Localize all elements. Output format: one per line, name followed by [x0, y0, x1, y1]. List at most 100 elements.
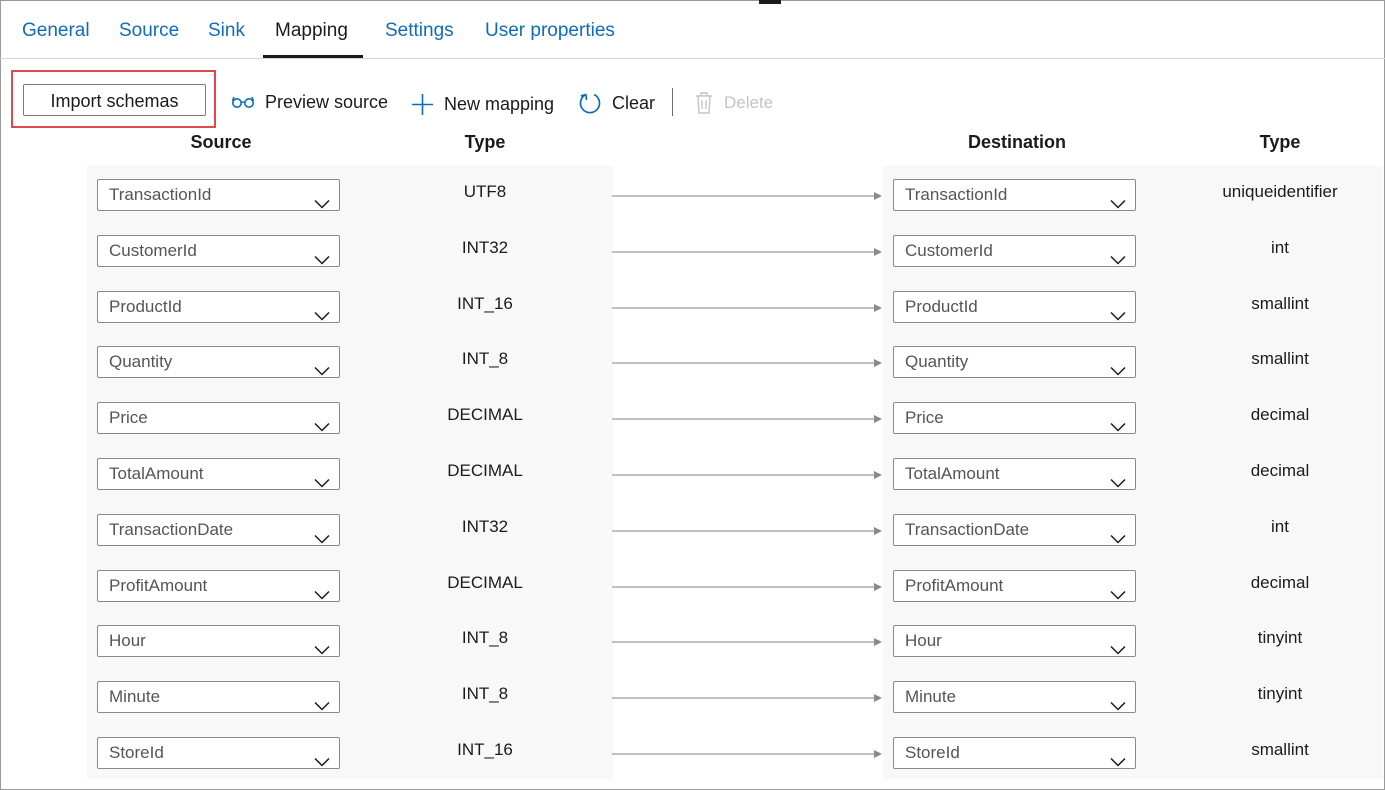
destination-column-dropdown[interactable]: TotalAmount [893, 458, 1136, 490]
mapping-row: TotalAmount DECIMAL TotalAmount decimal [0, 447, 1385, 503]
source-column-dropdown[interactable]: CustomerId [97, 234, 340, 267]
clear-button[interactable]: Clear [578, 89, 655, 117]
destination-column-dropdown[interactable]: CustomerId [893, 234, 1136, 267]
mapping-row: Minute INT_8 Minute tinyint [0, 670, 1385, 726]
source-column-value: CustomerId [109, 240, 197, 260]
source-type: DECIMAL [447, 572, 523, 592]
mapping-arrow-icon [612, 523, 884, 541]
mapping-row: TransactionId UTF8 TransactionId uniqueiden… [0, 168, 1385, 224]
source-type: INT_8 [461, 628, 509, 648]
new-mapping-label: New mapping [444, 93, 555, 114]
destination-column-value: ProductId [905, 296, 978, 316]
toolbar-divider [672, 88, 673, 116]
source-column-dropdown[interactable]: Price [97, 402, 340, 435]
chevron-down-icon [314, 468, 330, 498]
destination-column-dropdown[interactable]: Minute [893, 681, 1136, 714]
source-column-dropdown[interactable]: Hour [97, 625, 340, 658]
source-column-value: Quantity [109, 352, 173, 372]
delete-button[interactable]: Delete [694, 89, 773, 117]
mapping-arrow-icon [612, 690, 884, 708]
mapping-row: CustomerId INT32 CustomerId int [0, 224, 1385, 280]
source-column-dropdown[interactable]: TransactionId [97, 179, 340, 211]
mapping-row: Quantity INT_8 Quantity smallint [0, 335, 1385, 391]
new-mapping-button[interactable]: New mapping [411, 90, 554, 118]
chevron-down-icon [1110, 747, 1126, 777]
chevron-down-icon [314, 747, 330, 777]
destination-column-value: Price [905, 408, 944, 428]
source-column-dropdown[interactable]: StoreId [97, 737, 340, 769]
preview-source-button[interactable]: Preview source [231, 88, 388, 116]
source-column-value: ProductId [109, 296, 182, 316]
source-column-dropdown[interactable]: TotalAmount [97, 458, 340, 490]
mapping-arrow-icon [612, 579, 884, 597]
mapping-row: StoreId INT_16 StoreId smallint [0, 726, 1385, 782]
tab-settings[interactable]: Settings [385, 20, 454, 42]
chevron-down-icon [314, 189, 330, 219]
destination-type: uniqueidentifier [1222, 182, 1338, 201]
chevron-down-icon [314, 301, 330, 331]
mapping-arrow-icon [612, 467, 884, 485]
source-type: INT32 [461, 237, 509, 257]
tab-source[interactable]: Source [119, 20, 179, 42]
destination-column-dropdown[interactable]: ProfitAmount [893, 569, 1136, 602]
source-column-dropdown[interactable]: Quantity [97, 346, 340, 379]
source-type: INT_8 [461, 684, 509, 704]
chevron-down-icon [1110, 412, 1126, 442]
chevron-down-icon [1110, 245, 1126, 275]
destination-type: smallint [1251, 349, 1309, 369]
mapping-arrow-icon [612, 746, 884, 764]
mapping-row: Price DECIMAL Price decimal [0, 391, 1385, 447]
source-type: INT32 [461, 516, 509, 536]
tab-sink[interactable]: Sink [208, 20, 245, 42]
source-column-dropdown[interactable]: ProfitAmount [97, 569, 340, 602]
chevron-down-icon [1110, 524, 1126, 554]
source-column-dropdown[interactable]: TransactionDate [97, 513, 340, 546]
glasses-icon [231, 95, 255, 109]
destination-column-dropdown[interactable]: Price [893, 402, 1136, 435]
source-type: UTF8 [463, 182, 507, 201]
source-column-value: StoreId [109, 743, 164, 762]
chevron-down-icon [314, 412, 330, 442]
destination-column-value: Minute [905, 687, 957, 707]
destination-type-column-header: Type [1259, 132, 1301, 152]
source-column-dropdown[interactable]: ProductId [97, 290, 340, 323]
source-type: INT_16 [457, 293, 513, 313]
destination-type: tinyint [1257, 628, 1303, 648]
source-type: INT_8 [461, 349, 509, 369]
tab-mapping[interactable]: Mapping [275, 20, 348, 42]
mapping-row: ProfitAmount DECIMAL ProfitAmount decimal [0, 559, 1385, 615]
destination-column-value: TransactionId [905, 185, 1008, 204]
mapping-arrow-icon [612, 244, 884, 262]
destination-column-dropdown[interactable]: Quantity [893, 346, 1136, 379]
chevron-down-icon [1110, 356, 1126, 386]
tab-general[interactable]: General [22, 20, 90, 42]
source-type: DECIMAL [447, 405, 523, 425]
destination-column-dropdown[interactable]: TransactionId [893, 179, 1136, 211]
chevron-down-icon [314, 356, 330, 386]
destination-type: smallint [1251, 740, 1309, 759]
mapping-row: Hour INT_8 Hour tinyint [0, 614, 1385, 670]
source-column-value: ProfitAmount [109, 575, 208, 595]
destination-column-dropdown[interactable]: Hour [893, 625, 1136, 658]
destination-type: int [1271, 237, 1289, 257]
preview-source-label: Preview source [265, 91, 389, 112]
chevron-down-icon [314, 691, 330, 721]
destination-type: decimal [1250, 405, 1310, 425]
chevron-down-icon [314, 245, 330, 275]
destination-column-value: Quantity [905, 352, 969, 372]
destination-column-value: TransactionDate [905, 519, 1030, 539]
import-schemas-button[interactable]: Import schemas [23, 84, 206, 116]
destination-column-dropdown[interactable]: TransactionDate [893, 513, 1136, 546]
source-column-value: TransactionDate [109, 519, 234, 539]
mapping-arrow-icon [612, 188, 884, 206]
plus-icon [411, 93, 434, 116]
destination-column-value: StoreId [905, 743, 960, 762]
refresh-icon [578, 91, 602, 115]
source-column-value: Hour [109, 631, 146, 651]
source-column-dropdown[interactable]: Minute [97, 681, 340, 714]
tab-user-properties[interactable]: User properties [485, 20, 615, 42]
destination-column-dropdown[interactable]: ProductId [893, 290, 1136, 323]
delete-label: Delete [724, 93, 774, 112]
destination-column-dropdown[interactable]: StoreId [893, 737, 1136, 769]
source-type: INT_16 [457, 740, 513, 759]
